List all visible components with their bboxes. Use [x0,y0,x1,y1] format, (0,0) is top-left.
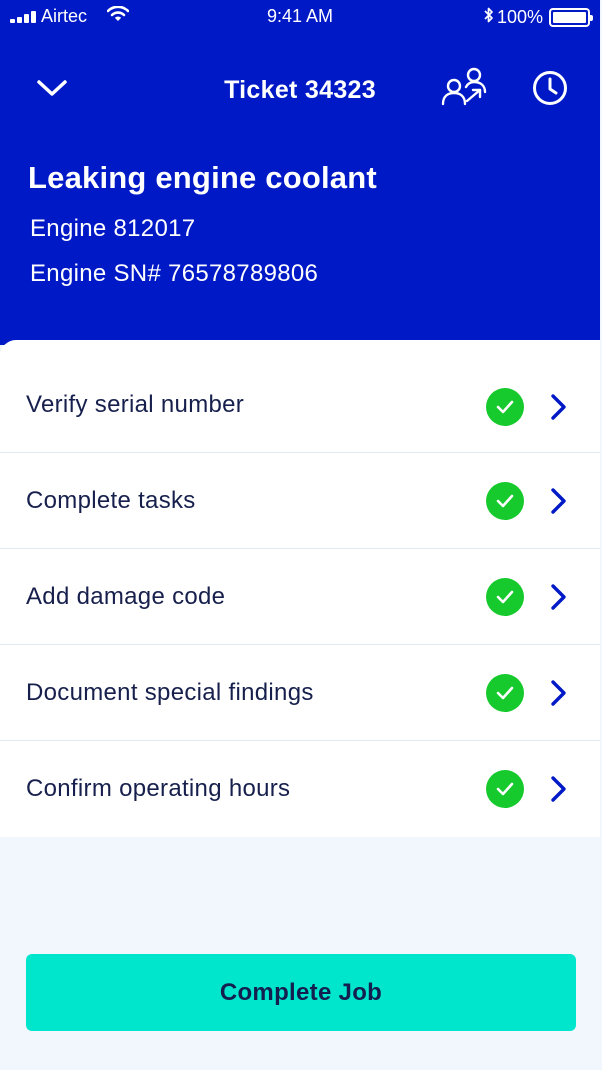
battery-fill [553,12,586,23]
task-item-damage-code[interactable]: Add damage code [0,549,600,645]
engine-number: Engine 812017 [30,215,196,242]
assign-button[interactable] [436,60,496,120]
history-button[interactable] [520,60,580,120]
engine-serial: Engine SN# 76578789806 [30,260,319,287]
task-item-special-findings[interactable]: Document special findings [0,645,600,741]
chevron-right-icon [546,774,570,804]
clock-icon [532,70,568,111]
ticket-title: Leaking engine coolant [28,160,377,195]
task-label: Add damage code [26,582,226,610]
assign-person-icon [440,66,492,115]
ticket-header: Airtec 9:41 AM 100% Ticket 34323 Leaking… [0,0,600,345]
task-label: Verify serial number [26,391,245,418]
task-label: Complete tasks [26,486,196,514]
check-icon [486,481,524,520]
complete-job-button[interactable]: Complete Job [26,954,576,1031]
task-item-verify-serial[interactable]: Verify serial number [0,340,600,453]
check-icon [486,577,524,616]
status-bar: Airtec 9:41 AM 100% [0,0,600,34]
task-label: Document special findings [26,678,314,706]
chevron-right-icon [546,392,570,422]
page-title: Ticket 34323 [224,76,376,104]
nav-bar: Ticket 34323 [0,60,600,120]
check-icon [486,673,524,712]
task-list: Verify serial number Complete tasks Add … [0,340,600,837]
task-item-operating-hours[interactable]: Confirm operating hours [0,741,600,837]
bluetooth-icon [483,6,494,29]
task-label: Confirm operating hours [26,775,291,802]
chevron-right-icon [546,678,570,708]
check-icon [486,388,524,426]
chevron-right-icon [546,582,570,612]
check-icon [486,770,524,808]
chevron-right-icon [546,486,570,516]
battery-icon [549,8,593,27]
task-item-complete-tasks[interactable]: Complete tasks [0,453,600,549]
battery-percent: 100% [496,7,543,27]
status-right: 100% [483,6,593,29]
